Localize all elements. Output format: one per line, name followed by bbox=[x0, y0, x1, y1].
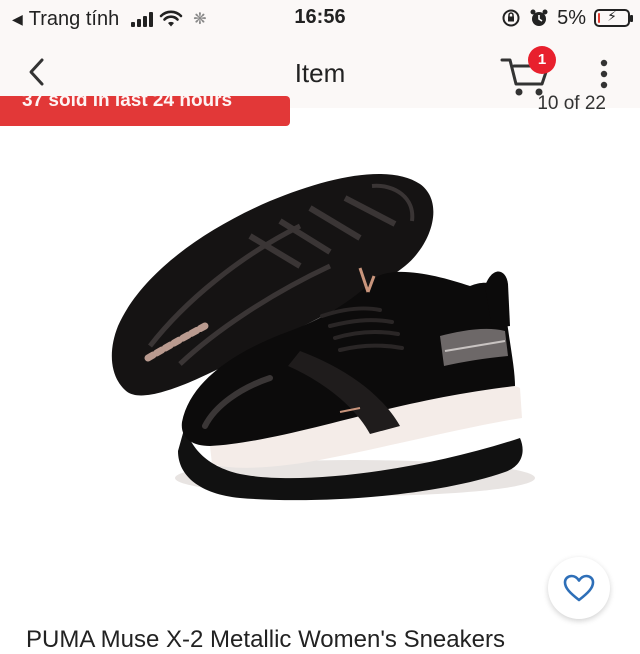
alarm-icon bbox=[530, 9, 548, 26]
heart-icon bbox=[563, 574, 595, 602]
image-counter: 10 of 22 bbox=[537, 93, 606, 114]
sold-count-text: 37 sold in last 24 hours bbox=[22, 96, 233, 111]
orientation-lock-icon bbox=[502, 9, 520, 27]
more-vertical-icon[interactable] bbox=[590, 56, 618, 92]
cart-count-badge[interactable]: 1 bbox=[528, 46, 556, 74]
status-right-group: 5% ⚡ bbox=[501, 5, 633, 31]
sold-count-banner: 37 sold in last 24 hours bbox=[0, 96, 290, 126]
product-image[interactable] bbox=[0, 126, 640, 546]
battery-charging-icon: ⚡ bbox=[594, 8, 633, 27]
status-bar: ◀ Trang tính ❋ 16:56 5% ⚡ bbox=[0, 0, 640, 38]
battery-percentage: 5% bbox=[557, 6, 586, 29]
product-title: PUMA Muse X-2 Metallic Women's Sneakers bbox=[26, 626, 505, 653]
favorite-button[interactable] bbox=[548, 557, 610, 619]
